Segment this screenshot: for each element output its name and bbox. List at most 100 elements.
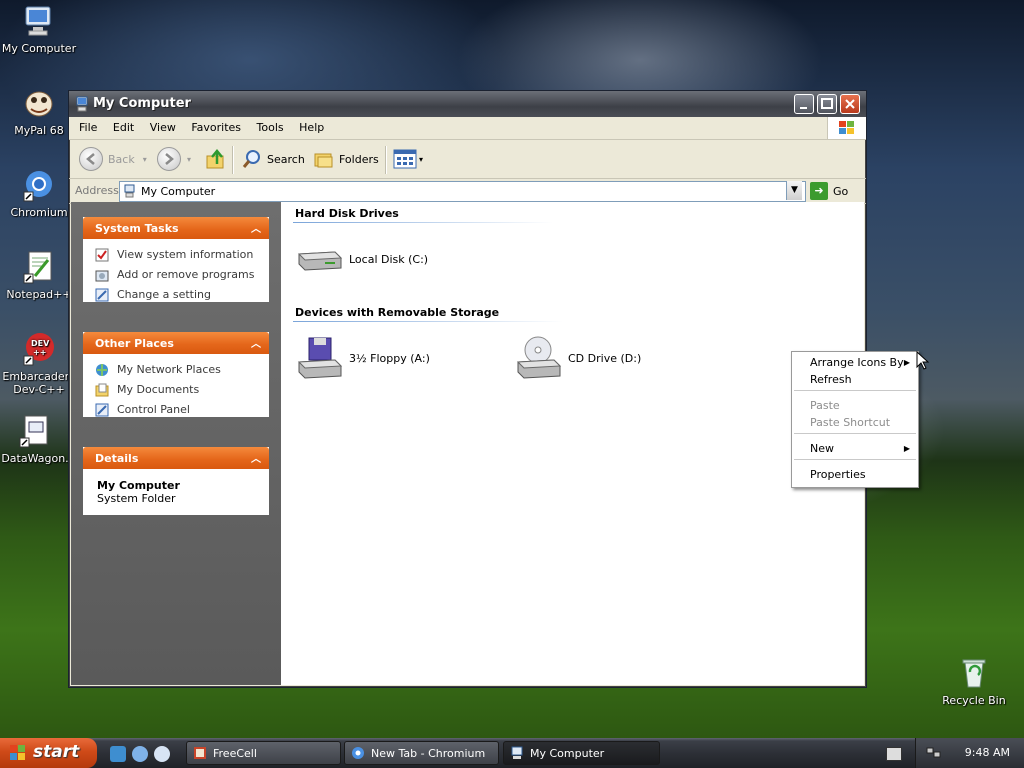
desktop-icon-label-line1: Embarcadero (2, 370, 76, 383)
views-button[interactable]: ▾ (393, 148, 423, 170)
task-chromium[interactable]: New Tab - Chromium (344, 741, 499, 765)
menu-file[interactable]: File (73, 117, 103, 134)
my-computer-icon (22, 4, 56, 38)
submenu-arrow-icon: ▶ (903, 358, 910, 367)
desktop-icon-label: DataWagon. (1, 452, 69, 465)
go-button[interactable]: ➜ Go (810, 181, 848, 201)
control-panel-icon (95, 288, 109, 302)
maximize-button[interactable] (817, 94, 837, 114)
desktop-icon-recycle-bin[interactable]: Recycle Bin (935, 656, 1013, 707)
place-my-documents[interactable]: My Documents (83, 380, 269, 400)
close-button[interactable] (840, 94, 860, 114)
context-properties[interactable]: Properties (810, 468, 866, 481)
quicklaunch-ie-icon[interactable] (110, 746, 126, 762)
menu-favorites[interactable]: Favorites (185, 117, 247, 134)
maximize-icon (821, 98, 833, 109)
menu-edit[interactable]: Edit (107, 117, 140, 134)
task-add-remove-programs[interactable]: Add or remove programs (83, 265, 269, 285)
collapse-chevron-icon: ︿ (251, 339, 261, 350)
up-folder-button[interactable] (205, 148, 227, 170)
title-bar[interactable]: My Computer (69, 91, 866, 117)
context-paste[interactable]: Paste (810, 399, 840, 412)
quicklaunch-media-icon[interactable] (154, 746, 170, 762)
network-tray-icon[interactable] (926, 746, 942, 760)
floppy-drive-icon (297, 337, 343, 379)
my-computer-icon (511, 746, 523, 759)
start-label: start (33, 742, 80, 762)
clock[interactable]: 9:48 AM (965, 746, 1010, 759)
menu-tools[interactable]: Tools (251, 117, 290, 134)
search-icon (242, 150, 260, 168)
toolbar-separator (232, 146, 234, 174)
forward-arrow-icon (157, 147, 181, 171)
panel-title: Other Places (95, 337, 174, 350)
desktop-icon-notepadpp[interactable]: Notepad++ (0, 250, 78, 301)
search-button[interactable]: Search (241, 148, 305, 170)
system-tasks-header[interactable]: System Tasks ︿ (83, 217, 269, 239)
my-documents-icon (95, 383, 109, 397)
system-info-icon (95, 248, 109, 262)
menu-separator (794, 459, 916, 460)
context-refresh[interactable]: Refresh (810, 373, 852, 386)
minimize-button[interactable] (794, 94, 814, 114)
task-view-system-information[interactable]: View system information (83, 245, 269, 265)
desktop-icon-chromium[interactable]: Chromium (0, 168, 78, 219)
collapse-chevron-icon: ︿ (251, 224, 261, 235)
group-divider (293, 222, 553, 223)
context-paste-shortcut[interactable]: Paste Shortcut (810, 416, 890, 429)
go-label: Go (833, 184, 849, 198)
taskbar: start FreeCell New Tab - Chromium My Com… (0, 738, 1024, 768)
desktop-icon-devcpp[interactable]: DEV ++ Embarcadero Dev-C++ (0, 332, 78, 396)
group-title-hard-disks: Hard Disk Drives (295, 207, 399, 220)
add-remove-programs-icon (95, 270, 109, 282)
keyboard-icon[interactable] (886, 747, 902, 761)
address-input[interactable]: My Computer (119, 181, 806, 202)
address-dropdown-button[interactable]: ▼ (786, 181, 802, 200)
other-places-header[interactable]: Other Places ︿ (83, 332, 269, 354)
mypal-icon (22, 86, 56, 120)
folders-button[interactable]: Folders (313, 148, 379, 170)
forward-button[interactable]: ▾ (157, 147, 191, 171)
content-area: System Tasks ︿ View system information A… (71, 202, 864, 685)
task-my-computer[interactable]: My Computer (503, 741, 660, 765)
address-bar: Address My Computer ▼ ➜ Go (69, 179, 866, 204)
task-pane: System Tasks ︿ View system information A… (71, 202, 281, 685)
task-change-setting[interactable]: Change a setting (83, 285, 269, 305)
quicklaunch-chromium-icon[interactable] (132, 746, 148, 762)
go-arrow-icon: ➜ (810, 182, 828, 200)
desktop-icon-my-computer[interactable]: My Computer (0, 4, 78, 55)
hard-disk-icon (297, 251, 343, 271)
address-label: Address (75, 184, 119, 197)
desktop-icon-datawagon[interactable]: DataWagon. (0, 414, 74, 465)
menu-view[interactable]: View (144, 117, 182, 134)
views-icon (393, 149, 417, 169)
menu-help[interactable]: Help (293, 117, 330, 134)
desktop-icon-label: Notepad++ (6, 288, 72, 301)
desktop-icon-mypal[interactable]: MyPal 68 (0, 86, 78, 137)
window-title: My Computer (93, 96, 191, 111)
file-list-area[interactable]: Hard Disk Drives Local Disk (C:) Devices… (281, 202, 864, 685)
drive-local-disk-c[interactable]: Local Disk (C:) (295, 242, 428, 276)
menu-separator (794, 433, 916, 434)
chevron-down-icon: ▼ (791, 185, 798, 195)
datawagon-icon (18, 414, 52, 448)
task-freecell[interactable]: FreeCell (186, 741, 341, 765)
place-control-panel[interactable]: Control Panel (83, 400, 269, 420)
place-my-network-places[interactable]: My Network Places (83, 360, 269, 380)
recycle-bin-icon (957, 656, 991, 690)
drive-cd-d[interactable]: CD Drive (D:) (514, 334, 641, 382)
start-button[interactable]: start (0, 738, 97, 768)
back-dropdown-icon: ▾ (142, 154, 147, 164)
context-new[interactable]: New (810, 442, 834, 455)
panel-title: Details (95, 452, 139, 465)
back-label: Back (108, 152, 135, 166)
system-tasks-panel: System Tasks ︿ View system information A… (83, 217, 269, 302)
drive-floppy-a[interactable]: 3½ Floppy (A:) (295, 334, 430, 382)
cd-drive-icon (516, 336, 562, 379)
toolbar-separator (385, 146, 387, 174)
context-arrange-icons-by[interactable]: Arrange Icons By (810, 356, 904, 369)
control-panel-icon (95, 403, 109, 417)
details-header[interactable]: Details ︿ (83, 447, 269, 469)
details-panel: Details ︿ My Computer System Folder (83, 447, 269, 515)
back-button[interactable]: Back ▾ (79, 147, 147, 171)
